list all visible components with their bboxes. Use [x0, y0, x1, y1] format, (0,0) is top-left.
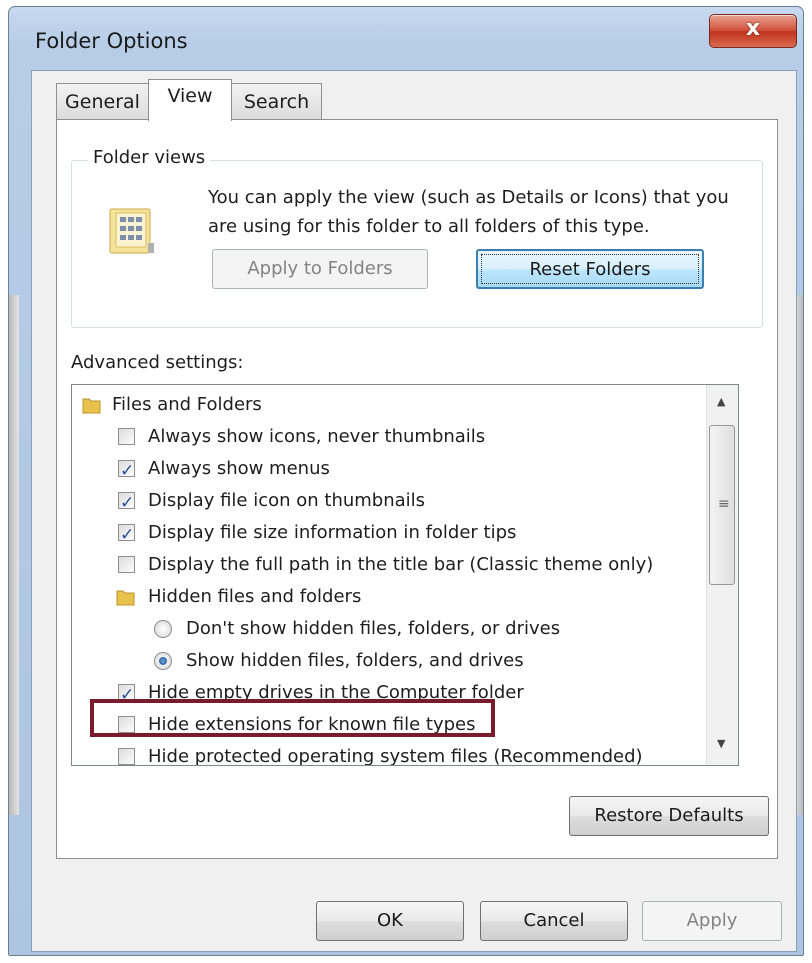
list-item-label: Hidden files and folders	[148, 586, 362, 607]
scroll-down-icon[interactable]: ▼	[717, 737, 725, 750]
scroll-up-icon[interactable]: ▲	[717, 395, 725, 408]
apply-button[interactable]: Apply	[642, 901, 782, 941]
checkbox[interactable]	[118, 428, 135, 445]
checkmark-icon: ✓	[120, 493, 135, 513]
grip-icon: ≡	[718, 496, 730, 512]
checkbox[interactable]: ✓	[118, 524, 135, 545]
cancel-button[interactable]: Cancel	[480, 901, 628, 941]
folder-views-description: You can apply the view (such as Details …	[208, 187, 729, 237]
radio-dot-icon	[159, 657, 167, 665]
list-item-label: Files and Folders	[112, 394, 262, 415]
scrollbar-thumb[interactable]: ≡	[709, 425, 735, 585]
advanced-settings-label: Advanced settings:	[71, 352, 244, 373]
list-item-label: Don't show hidden files, folders, or dri…	[186, 618, 561, 639]
dialog-client-area: General View Search Folder views You can…	[31, 70, 797, 952]
ok-button[interactable]: OK	[316, 901, 464, 941]
tab-search[interactable]: Search	[232, 83, 322, 119]
annotation-highlight-box	[90, 699, 495, 737]
folder-icon	[82, 398, 101, 414]
vertical-scrollbar[interactable]: ▲ ≡ ▼	[706, 385, 738, 765]
checkbox[interactable]: ✓	[118, 492, 135, 513]
folder-view-icon	[109, 208, 154, 254]
close-icon: x	[745, 16, 761, 41]
view-tab-panel: Folder views You can apply the view (suc…	[56, 119, 778, 859]
checkbox[interactable]	[118, 556, 135, 573]
list-item-label: Always show icons, never thumbnails	[148, 426, 486, 447]
window-title: Folder Options	[35, 29, 188, 53]
radio-button[interactable]	[154, 620, 172, 638]
folder-views-label: Folder views	[88, 147, 211, 168]
list-item-label: Show hidden files, folders, and drives	[186, 650, 524, 671]
dialog-window: Folder Options x General View Search Fol…	[8, 6, 804, 956]
checkmark-icon: ✓	[120, 461, 135, 481]
apply-to-folders-button[interactable]: Apply to Folders	[212, 249, 428, 289]
folder-icon	[116, 590, 135, 606]
restore-defaults-button[interactable]: Restore Defaults	[569, 796, 769, 836]
checkbox[interactable]	[118, 748, 135, 765]
close-button[interactable]: x	[709, 14, 797, 48]
list-item-label: Hide protected operating system files (R…	[148, 746, 643, 766]
tab-view[interactable]: View	[148, 79, 232, 121]
reset-folders-button[interactable]: Reset Folders	[476, 249, 704, 289]
radio-button[interactable]	[154, 652, 172, 670]
checkmark-icon: ✓	[120, 525, 135, 545]
checkbox[interactable]: ✓	[118, 460, 135, 481]
tab-general[interactable]: General	[56, 83, 148, 119]
list-item-label: Display file size information in folder …	[148, 522, 517, 543]
focus-rectangle	[481, 254, 699, 284]
folder-views-group: Folder views You can apply the view (suc…	[71, 147, 763, 328]
list-item-label: Always show menus	[148, 458, 330, 479]
left-edge	[9, 295, 19, 815]
list-item-label: Display file icon on thumbnails	[148, 490, 426, 511]
list-item-label: Display the full path in the title bar (…	[148, 554, 654, 575]
